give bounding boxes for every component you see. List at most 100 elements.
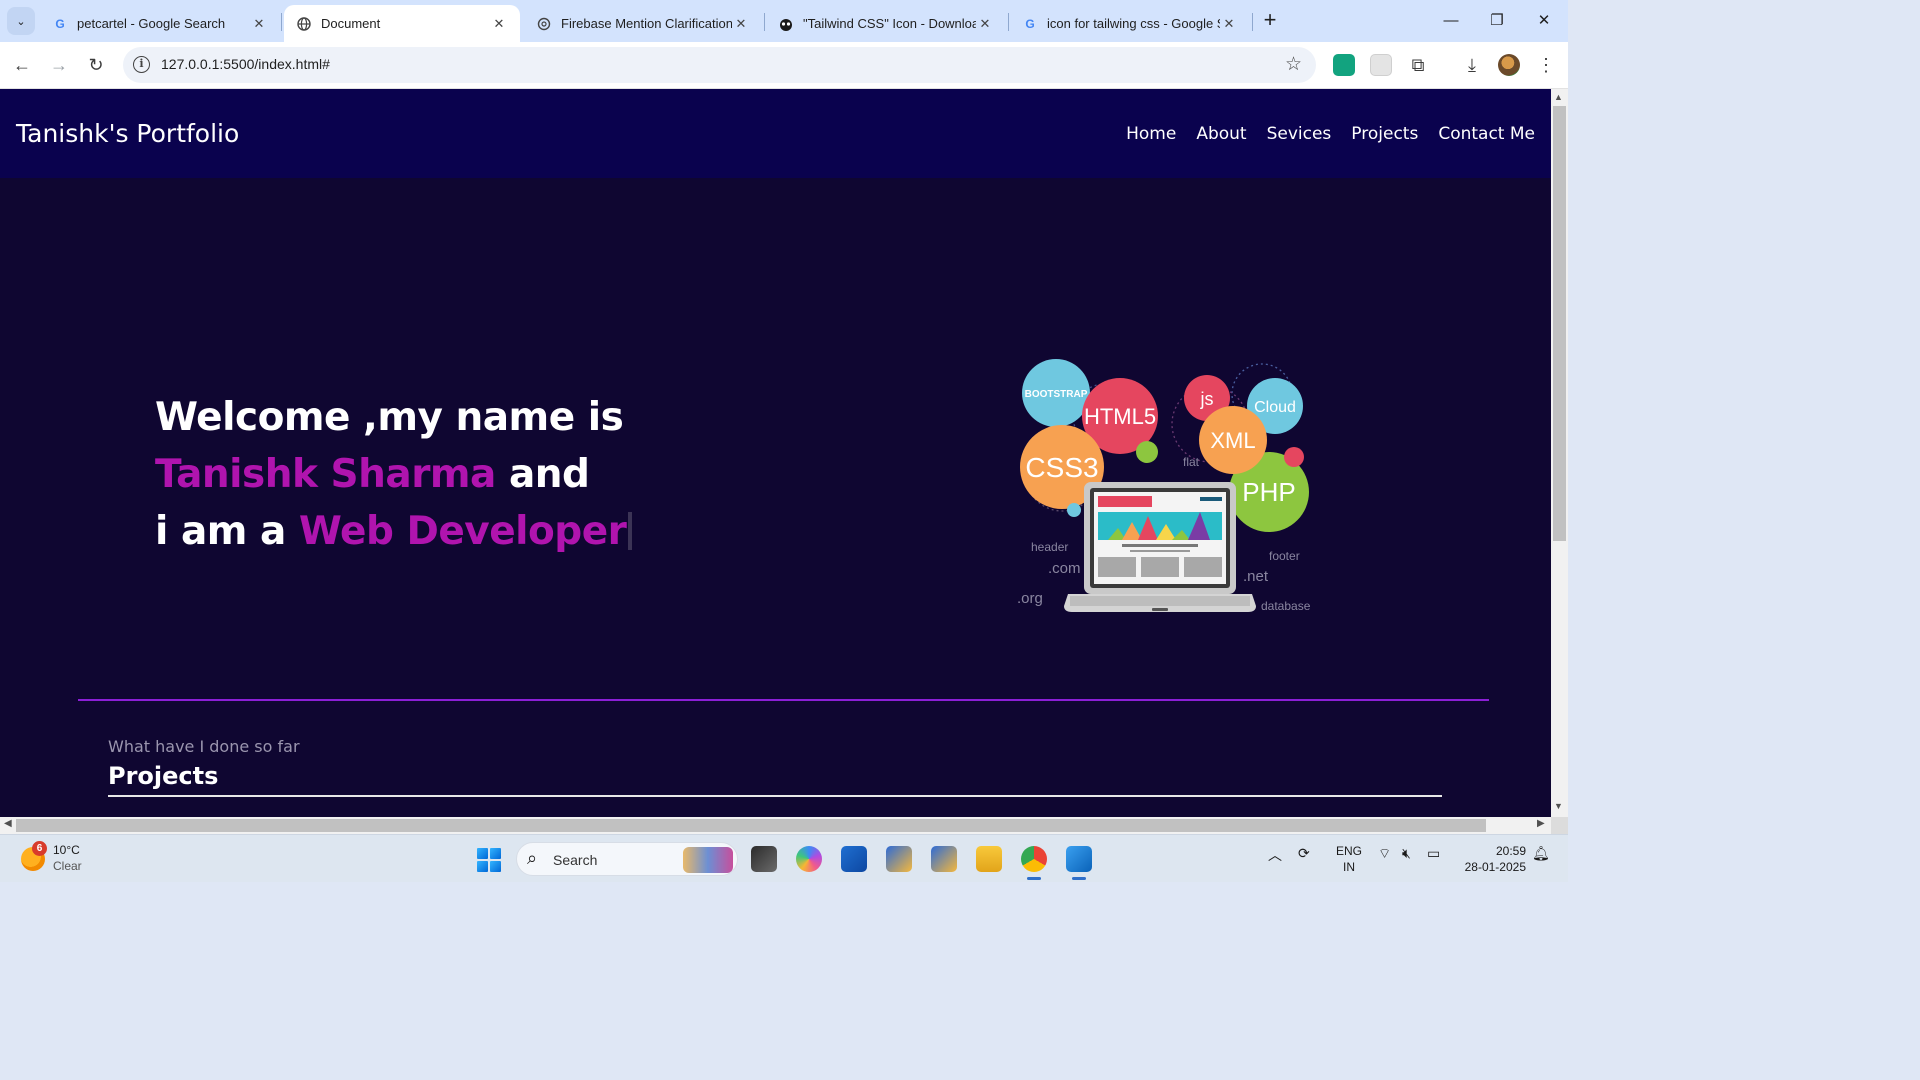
hero-prefix: i am a xyxy=(155,509,286,554)
tab-separator xyxy=(764,13,765,31)
close-icon[interactable]: ✕ xyxy=(732,16,750,32)
speaker-muted-icon[interactable]: 🔇︎ xyxy=(1402,845,1411,862)
bubble-label: Cloud xyxy=(1254,399,1296,416)
tab-petcartel-search[interactable]: G petcartel - Google Search ✕ xyxy=(40,5,280,42)
extension-icon[interactable] xyxy=(1370,54,1392,76)
start-tile xyxy=(490,861,501,872)
weather-temperature[interactable]: 10°C xyxy=(53,843,80,857)
art-text-database: database xyxy=(1261,599,1311,613)
nav-link-contact[interactable]: Contact Me xyxy=(1438,124,1535,144)
red-dot xyxy=(1284,447,1304,467)
tab-firebase-clarification[interactable]: Firebase Mention Clarification ✕ xyxy=(524,5,762,42)
vscode-icon[interactable] xyxy=(1066,846,1092,880)
art-text-header: header xyxy=(1031,540,1068,554)
art-text-flat: flat xyxy=(1183,455,1200,469)
extensions-puzzle-icon[interactable]: ⧉ xyxy=(1405,52,1431,78)
microsoft-store-icon[interactable] xyxy=(841,846,867,872)
vertical-scroll-thumb[interactable] xyxy=(1553,106,1566,541)
sync-icon[interactable]: ⟳ xyxy=(1298,845,1310,862)
bubble-label: HTML5 xyxy=(1084,404,1156,429)
bookmark-star-icon[interactable]: ☆ xyxy=(1285,53,1302,76)
close-icon[interactable]: ✕ xyxy=(250,16,268,32)
bubble-label: BOOTSTRAP xyxy=(1025,389,1088,400)
downloads-icon[interactable]: ⤓ xyxy=(1459,52,1485,78)
windows-start-icon[interactable] xyxy=(477,848,501,872)
site-navbar: Tanishk's Portfolio Home About Sevices P… xyxy=(0,89,1551,178)
notification-bell-icon[interactable]: 🔔︎ xyxy=(1532,845,1550,862)
weather-condition[interactable]: Clear xyxy=(53,859,82,873)
hero-line-name: Tanishk Sharma and xyxy=(155,446,632,503)
tab-separator xyxy=(1008,13,1009,31)
new-tab-button[interactable]: + xyxy=(1258,9,1282,33)
section-title: Projects xyxy=(108,762,219,790)
tab-separator xyxy=(1252,13,1253,31)
tab-label: petcartel - Google Search xyxy=(77,16,226,31)
tab-tailwind-icon-download[interactable]: "Tailwind CSS" Icon - Download ✕ xyxy=(766,5,1006,42)
site-nav-links: Home About Sevices Projects Contact Me xyxy=(1126,124,1535,144)
address-bar[interactable]: i 127.0.0.1:5500/index.html# ☆ xyxy=(123,47,1316,83)
battery-icon[interactable]: ▭ xyxy=(1427,845,1440,862)
close-icon[interactable]: ✕ xyxy=(1220,16,1238,32)
globe-icon xyxy=(296,16,312,32)
app-icon[interactable] xyxy=(886,846,912,872)
windows-taskbar: 6 10°C Clear ⌕ Search ︿ ⟳ ENG IN ⌔ 🔇︎ ▭ … xyxy=(0,834,1568,882)
scroll-right-arrow[interactable]: ▶ xyxy=(1537,818,1545,829)
browser-tab-strip: ⌄ G petcartel - Google Search ✕ Document… xyxy=(0,0,1568,42)
hero-role: Web Developer xyxy=(298,509,627,554)
scroll-down-arrow[interactable]: ▼ xyxy=(1554,801,1563,811)
nav-link-about[interactable]: About xyxy=(1196,124,1246,144)
taskbar-search-placeholder: Search xyxy=(553,852,598,868)
blue-dot xyxy=(1067,503,1081,517)
browser-menu-icon[interactable]: ⋮ xyxy=(1533,52,1559,78)
reload-button[interactable]: ↻ xyxy=(83,52,109,78)
taskbar-search[interactable]: ⌕ Search xyxy=(516,842,738,876)
tab-document[interactable]: Document ✕ xyxy=(284,5,520,42)
system-clock[interactable]: 20:59 28-01-2025 xyxy=(1460,843,1526,875)
site-info-icon[interactable]: i xyxy=(133,56,150,73)
close-icon[interactable]: ✕ xyxy=(490,16,508,32)
start-tile xyxy=(477,848,488,859)
close-icon[interactable]: ✕ xyxy=(976,16,994,32)
tab-label: Firebase Mention Clarification xyxy=(561,16,732,31)
search-highlight-art xyxy=(683,847,733,873)
back-button[interactable]: ← xyxy=(9,52,35,78)
bubble-label: js xyxy=(1200,389,1214,409)
bubble-label: PHP xyxy=(1242,477,1295,507)
minimize-button[interactable]: — xyxy=(1438,8,1464,34)
scroll-up-arrow[interactable]: ▲ xyxy=(1554,92,1563,102)
section-underline xyxy=(108,795,1442,797)
url-text[interactable]: 127.0.0.1:5500/index.html# xyxy=(161,56,330,72)
bootstrap-bubble: BOOTSTRAP xyxy=(1022,359,1090,427)
file-explorer-icon[interactable] xyxy=(976,846,1002,872)
nav-link-projects[interactable]: Projects xyxy=(1351,124,1418,144)
art-text-net: .net xyxy=(1243,568,1269,585)
horizontal-scroll-thumb[interactable] xyxy=(16,819,1486,832)
forward-button[interactable]: → xyxy=(46,52,72,78)
task-view-icon[interactable] xyxy=(751,846,777,872)
close-window-button[interactable]: ✕ xyxy=(1531,8,1557,34)
horizontal-scrollbar[interactable]: ◀ ▶ xyxy=(0,817,1551,834)
chrome-icon[interactable] xyxy=(1021,846,1047,880)
vertical-scrollbar[interactable]: ▲ ▼ xyxy=(1551,89,1568,817)
nav-link-home[interactable]: Home xyxy=(1126,124,1176,144)
language-indicator[interactable]: ENG IN xyxy=(1336,843,1362,875)
scroll-left-arrow[interactable]: ◀ xyxy=(4,818,12,829)
app-icon[interactable] xyxy=(931,846,957,872)
restore-button[interactable]: ❐ xyxy=(1484,8,1510,34)
profile-avatar[interactable] xyxy=(1498,54,1520,76)
nav-link-services[interactable]: Sevices xyxy=(1267,124,1332,144)
clock-time: 20:59 xyxy=(1495,844,1526,858)
tab-tailwind-icon-search[interactable]: G icon for tailwing css - Google Se ✕ xyxy=(1010,5,1250,42)
copilot-icon[interactable] xyxy=(796,846,822,872)
google-g-icon: G xyxy=(55,16,65,31)
xml-bubble: XML xyxy=(1199,406,1267,474)
start-tile xyxy=(490,848,501,859)
page-viewport: Tanishk's Portfolio Home About Sevices P… xyxy=(0,89,1551,817)
wifi-icon[interactable]: ⌔ xyxy=(1378,845,1391,863)
chatgpt-extension-icon[interactable] xyxy=(1333,54,1355,76)
tab-separator xyxy=(281,13,282,31)
show-hidden-icons-chevron[interactable]: ︿ xyxy=(1268,845,1282,865)
tab-search-menu-button[interactable]: ⌄ xyxy=(7,7,35,35)
region-code: IN xyxy=(1343,860,1355,874)
site-brand[interactable]: Tanishk's Portfolio xyxy=(16,119,239,148)
